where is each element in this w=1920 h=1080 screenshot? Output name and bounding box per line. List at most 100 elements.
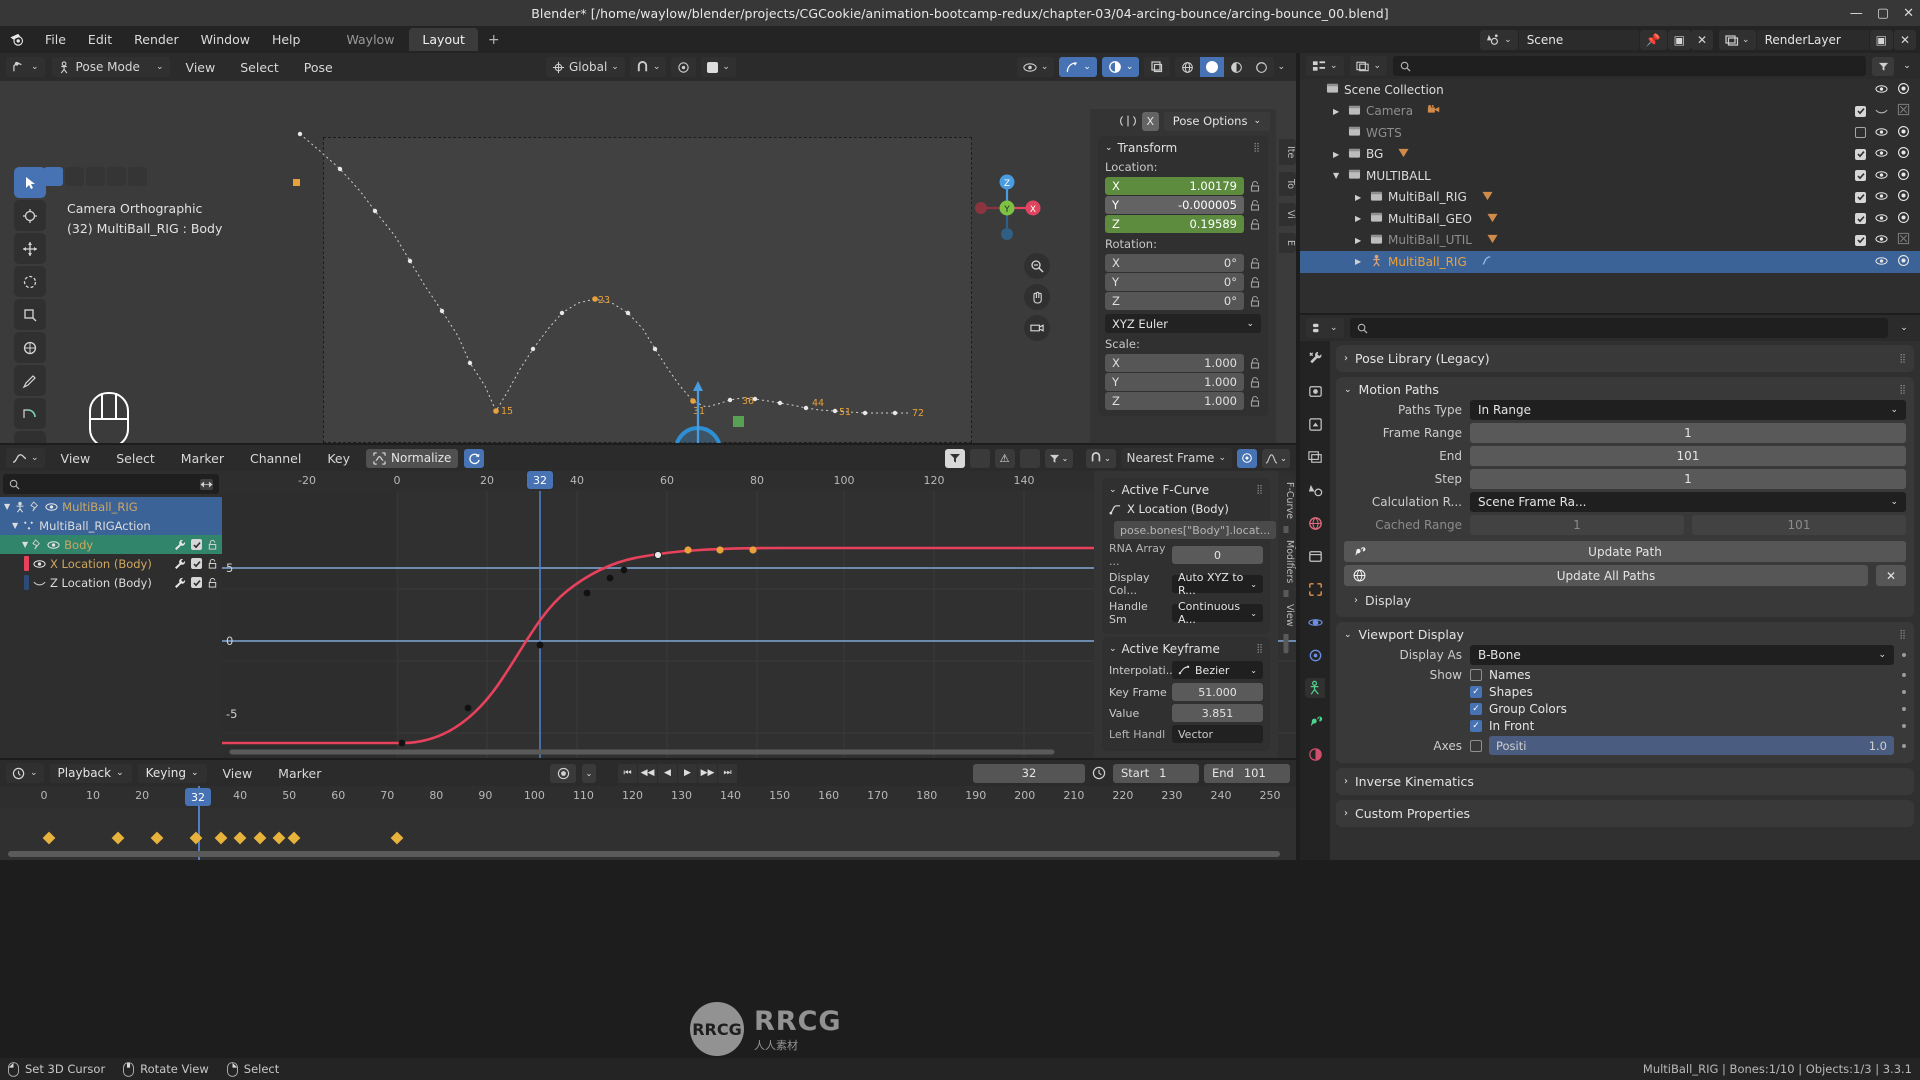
- rna-array-value[interactable]: 0: [1172, 546, 1263, 564]
- new-scene-icon[interactable]: ▣: [1667, 29, 1691, 50]
- tab-view-layer[interactable]: [1305, 447, 1325, 467]
- n-panel-tab-item[interactable]: Ite: [1279, 139, 1296, 166]
- modifier-wrench-icon[interactable]: [174, 558, 186, 570]
- outliner-row-multiball-rig[interactable]: ▶ MultiBall_RIG: [1300, 251, 1920, 273]
- editor-type-selector[interactable]: ⌄: [6, 57, 45, 77]
- outliner-row-scene-collection[interactable]: Scene Collection: [1300, 79, 1920, 101]
- motion-paths-header[interactable]: ⌄ Motion Paths ⣿: [1344, 382, 1906, 397]
- tab-tool[interactable]: [1305, 348, 1325, 368]
- shading-color-swatch[interactable]: ⌄: [701, 57, 736, 77]
- filter-dropdown-icon[interactable]: ⌄: [1044, 448, 1073, 468]
- grip-icon[interactable]: ⣿: [1899, 385, 1906, 395]
- tab-collection[interactable]: [1305, 546, 1325, 566]
- show-hidden-icon[interactable]: [1019, 448, 1040, 468]
- tab-object[interactable]: [1305, 579, 1325, 599]
- move-gizmo[interactable]: [648, 359, 808, 443]
- proportional-edit-toggle[interactable]: [671, 57, 697, 77]
- scene-browse-icon[interactable]: ⌄: [1480, 29, 1518, 50]
- location-x-field[interactable]: X 1.00179: [1105, 177, 1244, 195]
- channel-enable-checkbox[interactable]: [191, 577, 202, 588]
- scale-z-field[interactable]: Z 1.000: [1105, 392, 1244, 410]
- active-fcurve-header[interactable]: ⌄ Active F-Curve ⣿: [1109, 483, 1263, 497]
- rotation-x-field[interactable]: X 0°: [1105, 254, 1244, 272]
- timeline-keyframe[interactable]: [253, 831, 267, 845]
- timeline-keyframe[interactable]: [189, 831, 203, 845]
- outliner-exclude-checkbox[interactable]: [1855, 213, 1866, 225]
- grip-icon[interactable]: ⣿: [1256, 485, 1263, 495]
- graph-menu-key[interactable]: Key: [317, 451, 360, 466]
- lock-rotation-z-icon[interactable]: [1249, 295, 1261, 307]
- calculation-range-value[interactable]: Scene Frame Ra... ⌄: [1470, 492, 1906, 512]
- menu-edit[interactable]: Edit: [77, 29, 123, 50]
- menu-help[interactable]: Help: [261, 29, 312, 50]
- workspace-tab-layout[interactable]: Layout: [409, 28, 478, 51]
- next-keyframe-button[interactable]: ▶▶: [698, 763, 717, 783]
- lock-scale-z-icon[interactable]: [1249, 395, 1261, 407]
- outliner-visibility-icon[interactable]: [1875, 212, 1888, 226]
- interpolation-value[interactable]: Bezier ⌄: [1172, 661, 1263, 679]
- lock-icon[interactable]: [207, 577, 218, 588]
- outliner-render-icon[interactable]: [1897, 254, 1910, 270]
- active-keyframe-header[interactable]: ⌄ Active Keyframe ⣿: [1109, 642, 1263, 656]
- outliner-row-camera[interactable]: ▶ Camera: [1300, 101, 1920, 123]
- shapes-checkbox[interactable]: ✓: [1470, 686, 1482, 698]
- viewlayer-name-field[interactable]: RenderLayer: [1756, 29, 1869, 50]
- outliner-render-icon[interactable]: [1897, 168, 1910, 184]
- outliner-row-multiball-geo[interactable]: ▶ MultiBall_GEO: [1300, 208, 1920, 230]
- clear-paths-button[interactable]: ✕: [1876, 565, 1906, 586]
- expand-triangle-icon[interactable]: ▼: [12, 521, 18, 530]
- timeline-keyframe[interactable]: [214, 831, 227, 845]
- expand-triangle-icon[interactable]: ▶: [1355, 257, 1365, 266]
- outliner-row-bg[interactable]: ▶ BG: [1300, 144, 1920, 166]
- step-value[interactable]: 1: [1470, 469, 1906, 489]
- timeline-keyframe[interactable]: [150, 831, 164, 845]
- outliner-visibility-icon[interactable]: [1875, 169, 1888, 183]
- timeline-editor-type-selector[interactable]: ⌄: [6, 763, 44, 783]
- animate-property-dot[interactable]: [1902, 673, 1906, 677]
- interaction-mode-selector[interactable]: Pose Mode ⌄: [51, 57, 170, 77]
- timeline-keyframe[interactable]: [390, 831, 404, 845]
- previous-keyframe-button[interactable]: ◀◀: [638, 763, 657, 783]
- expand-triangle-icon[interactable]: ▼: [1333, 171, 1343, 180]
- channel-search-input[interactable]: [26, 478, 194, 490]
- outliner-exclude-checkbox[interactable]: [1855, 170, 1866, 182]
- auto-keying-toggle[interactable]: [550, 763, 576, 783]
- end-value[interactable]: 101: [1470, 446, 1906, 466]
- pose-library-header[interactable]: › Pose Library (Legacy) ⣿: [1344, 351, 1906, 366]
- grip-icon[interactable]: ⣿: [1253, 143, 1261, 153]
- frame-range-value[interactable]: 1: [1470, 423, 1906, 443]
- mirror-x-toggle[interactable]: X: [1141, 111, 1159, 131]
- graph-menu-view[interactable]: View: [51, 451, 101, 466]
- outliner-visibility-icon[interactable]: [1875, 255, 1888, 269]
- viewport-menu-view[interactable]: View: [177, 60, 225, 75]
- outliner-exclude-checkbox[interactable]: [1855, 127, 1866, 139]
- inverse-kinematics-section[interactable]: › Inverse Kinematics: [1336, 768, 1914, 795]
- shading-dropdown-icon[interactable]: ⌄: [1274, 57, 1288, 77]
- outliner-exclude-checkbox[interactable]: [1855, 191, 1866, 203]
- lock-location-z-icon[interactable]: [1249, 218, 1261, 230]
- key-value-value[interactable]: 3.851: [1172, 704, 1263, 722]
- eye-icon[interactable]: [33, 559, 46, 569]
- graph-tab-fcurve[interactable]: F-Curve: [1278, 475, 1295, 526]
- graph-tab-view[interactable]: View: [1278, 597, 1295, 634]
- timeline-keyframe[interactable]: [287, 831, 301, 845]
- transform-orientation-selector[interactable]: Global ⌄: [546, 57, 625, 77]
- outliner-render-icon[interactable]: [1897, 125, 1910, 141]
- show-overlays-toggle[interactable]: ⌄: [1101, 57, 1140, 77]
- outliner-filter-icon[interactable]: [1872, 56, 1894, 76]
- pan-view-icon[interactable]: [1024, 284, 1050, 310]
- eye-closed-icon[interactable]: [33, 579, 46, 587]
- properties-options-dropdown-icon[interactable]: ⌄: [1894, 319, 1914, 338]
- outliner-visibility-icon[interactable]: [1875, 126, 1888, 140]
- outliner-row-multiball-rig[interactable]: ▶ MultiBall_RIG: [1300, 187, 1920, 209]
- lock-scale-y-icon[interactable]: [1249, 376, 1261, 388]
- snap-mode-selector[interactable]: Nearest Frame ⌄: [1120, 448, 1232, 468]
- channel-row-fcurve-z[interactable]: Z Location (Body): [0, 573, 222, 592]
- channel-row-object[interactable]: ▼ MultiBall_RIG: [0, 497, 222, 516]
- shading-material-button[interactable]: [1224, 57, 1250, 77]
- rotation-y-field[interactable]: Y 0°: [1105, 273, 1244, 291]
- group-colors-checkbox[interactable]: ✓: [1470, 703, 1482, 715]
- pin-scene-icon[interactable]: 📌: [1639, 29, 1667, 50]
- eye-icon[interactable]: [45, 502, 58, 512]
- shading-wireframe-button[interactable]: [1175, 57, 1201, 77]
